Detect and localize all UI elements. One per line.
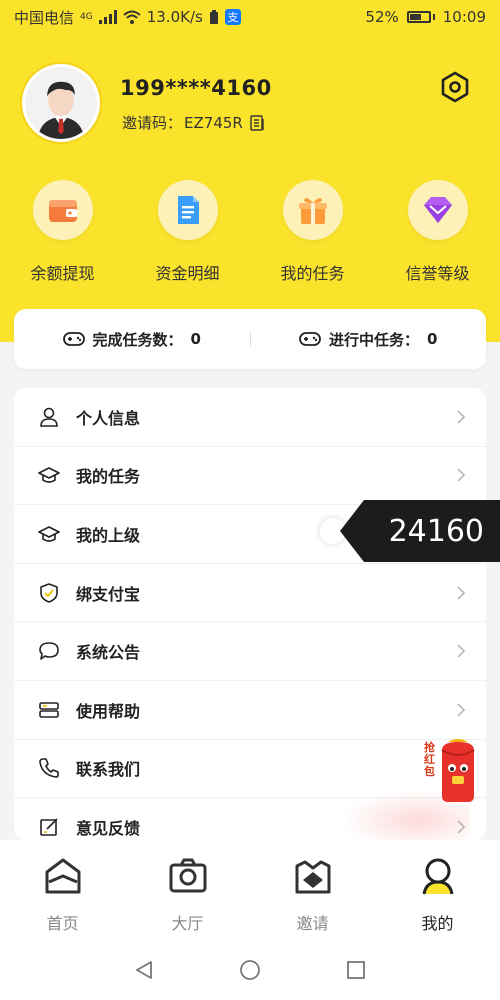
quick-action-fund-details[interactable]: 资金明细 (125, 180, 250, 284)
wallet-icon (32, 180, 93, 240)
task-stats-card: 完成任务数： 0 进行中任务： 0 (14, 309, 486, 369)
nav-label: 大厅 (171, 914, 204, 933)
quick-action-label: 信誉等级 (405, 264, 470, 283)
system-nav-bar (0, 940, 500, 1000)
nav-label: 首页 (46, 914, 79, 933)
quick-action-my-tasks[interactable]: 我的任务 (250, 180, 375, 284)
signal-icon (98, 10, 117, 24)
nav-mine[interactable]: 我的 (375, 840, 500, 940)
nav-invite[interactable]: 邀请 (250, 840, 375, 940)
quick-action-label: 我的任务 (280, 264, 345, 283)
battery-icon (406, 11, 431, 23)
menu-label: 绑支付宝 (76, 584, 141, 604)
gift-icon (282, 180, 343, 240)
nav-label: 邀请 (296, 914, 329, 933)
profile-icon (422, 858, 453, 895)
home-icon (45, 858, 80, 894)
in-progress-label: 进行中任务： (329, 330, 420, 349)
quick-actions: 余额提现 资金明细 我的任务 信誉等级 (0, 180, 500, 284)
red-packet-label: 抢红包 (424, 741, 435, 778)
menu-item-announcements[interactable]: 系统公告 (14, 622, 486, 681)
battery-saver-icon (209, 10, 218, 24)
menu-label: 个人信息 (76, 408, 141, 428)
quick-action-label: 余额提现 (30, 264, 95, 283)
copy-icon[interactable] (249, 114, 265, 131)
document-icon (157, 180, 218, 240)
camera-icon (169, 858, 206, 893)
invite-code-row: 邀请码： EZ745R (122, 112, 265, 133)
quick-action-withdraw[interactable]: 余额提现 (0, 180, 125, 284)
user-icon (40, 407, 58, 427)
in-progress-tasks[interactable]: 进行中任务： 0 (251, 329, 487, 350)
red-packet-button[interactable]: 抢红包 (424, 738, 480, 806)
in-progress-value: 0 (427, 330, 438, 348)
clock-text: 10:09 (442, 8, 486, 26)
profile-header: 199****4160 邀请码： EZ745R 余额提现 资金明细 我的任务 信… (0, 34, 500, 342)
battery-cap-icon (432, 14, 435, 20)
menu-item-help[interactable]: 使用帮助 (14, 681, 486, 740)
settings-hexagon-icon[interactable] (438, 70, 472, 104)
menu-label: 使用帮助 (76, 701, 141, 721)
carrier-text: 中国电信 (14, 8, 75, 27)
menu-label: 系统公告 (76, 643, 141, 663)
floating-banner-text: 24160 (388, 513, 484, 549)
status-bar: 中国电信 4G 13.0K/s 支 52% 10:09 (0, 0, 500, 34)
phone-number: 199****4160 (120, 76, 272, 100)
recents-square-icon[interactable] (345, 959, 367, 981)
completed-value: 0 (190, 330, 201, 348)
gamepad-icon (62, 332, 85, 346)
server-icon (39, 701, 59, 718)
chevron-right-icon (457, 644, 466, 658)
gamepad-icon (299, 332, 321, 346)
menu-label: 联系我们 (76, 760, 141, 780)
feedback-icon (40, 818, 58, 837)
invite-code: EZ745R (184, 113, 243, 132)
avatar-person-icon (25, 67, 97, 139)
avatar[interactable] (22, 64, 100, 142)
completed-tasks[interactable]: 完成任务数： 0 (14, 329, 250, 350)
graduation-cap-icon (38, 467, 60, 484)
shield-check-icon (40, 582, 58, 603)
quick-action-credit-level[interactable]: 信誉等级 (375, 180, 500, 284)
menu-item-bind-alipay[interactable]: 绑支付宝 (14, 564, 486, 623)
quick-action-label: 资金明细 (155, 264, 220, 283)
nav-hall[interactable]: 大厅 (125, 840, 250, 940)
alipay-icon: 支 (224, 9, 241, 25)
invite-label: 邀请码： (122, 114, 183, 132)
menu-label: 我的任务 (76, 467, 141, 487)
menu-list: 个人信息 我的任务 我的上级 绑支付宝 系统公告 使用帮助 联系我们 意见反馈 (14, 388, 486, 840)
envelope-icon (295, 860, 330, 894)
bottom-nav: 首页 大厅 邀请 我的 (0, 840, 500, 940)
menu-item-my-tasks[interactable]: 我的任务 (14, 447, 486, 506)
battery-text: 52% (365, 8, 399, 26)
graduation-cap-icon (38, 526, 60, 542)
menu-item-personal-info[interactable]: 个人信息 (14, 388, 486, 447)
back-triangle-icon[interactable] (133, 959, 155, 981)
chat-bubble-icon (39, 642, 59, 660)
chevron-right-icon (457, 585, 466, 600)
nav-label: 我的 (421, 914, 454, 933)
wifi-icon (123, 10, 141, 24)
completed-label: 完成任务数： (92, 330, 183, 349)
chevron-right-icon (457, 468, 466, 483)
network-text: 4G (80, 12, 93, 22)
chevron-right-icon (457, 410, 466, 424)
speed-text: 13.0K/s (146, 8, 203, 26)
nav-home[interactable]: 首页 (0, 840, 125, 940)
phone-icon (39, 758, 59, 779)
floating-id-banner[interactable]: 24160 (340, 500, 500, 562)
chevron-right-icon (457, 703, 466, 717)
home-circle-icon[interactable] (239, 959, 261, 981)
diamond-icon (407, 180, 468, 240)
